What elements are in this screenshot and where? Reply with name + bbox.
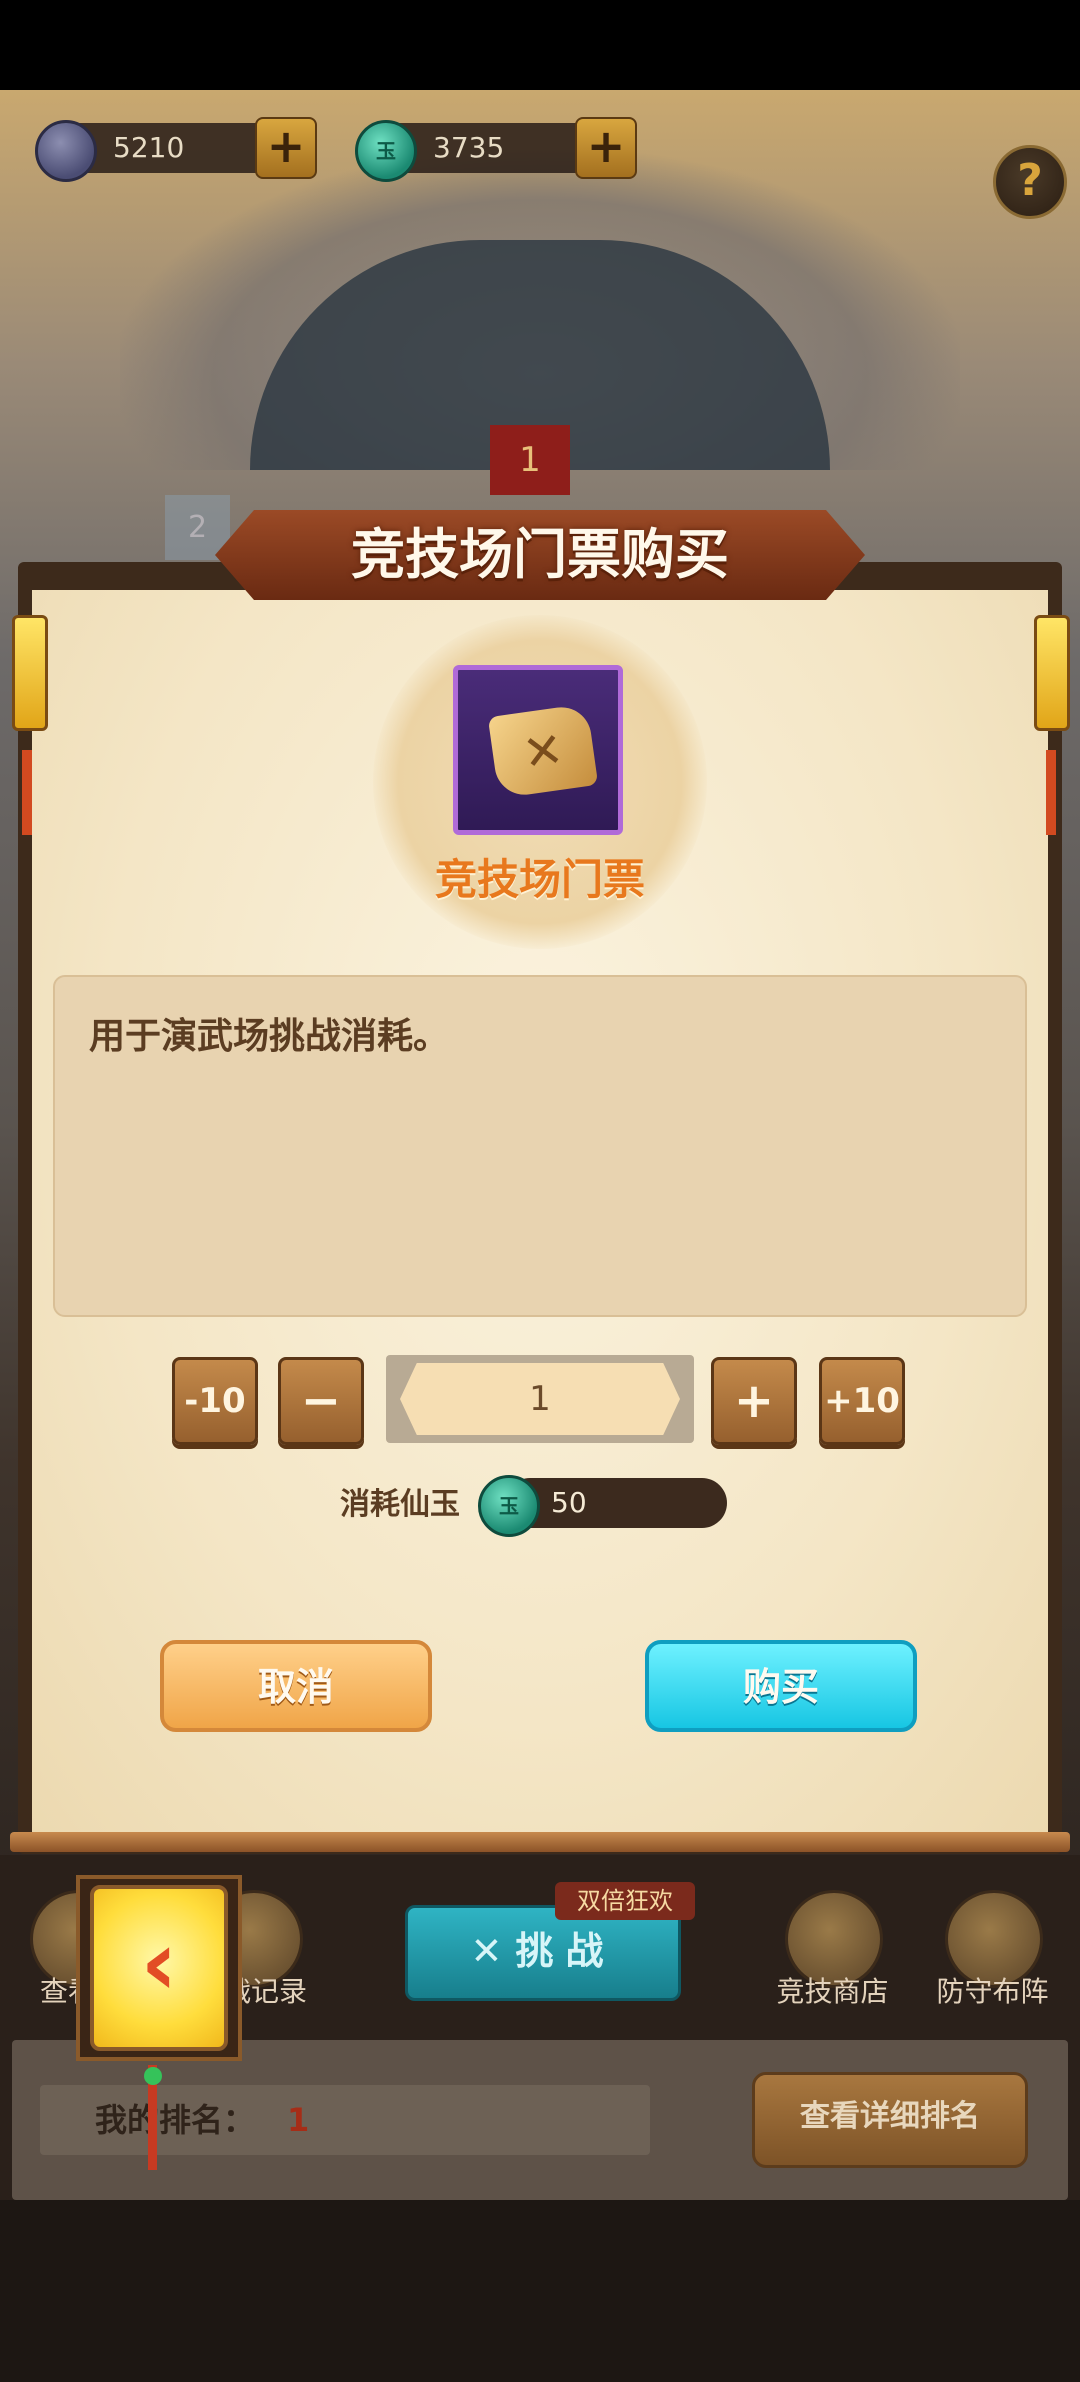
- scroll-right-tab: [1034, 615, 1070, 731]
- scroll-left-ribbon: [22, 750, 32, 835]
- map-scroll-shape: ✕: [487, 703, 599, 799]
- swords-icon: ✕: [470, 1929, 516, 1973]
- item-name: 竞技场门票: [434, 855, 645, 904]
- description-box: 用于演武场挑战消耗。: [53, 975, 1027, 1317]
- nav-arena-shop[interactable]: 竞技商店: [770, 1970, 895, 2010]
- help-icon[interactable]: ?: [993, 145, 1067, 219]
- jade-count: 3735: [433, 131, 505, 164]
- bottom-decoration: [0, 2200, 1080, 2382]
- map-ticket-icon: ✕: [453, 665, 623, 835]
- my-rank-value: 1: [287, 2101, 310, 2139]
- gem-icon: [35, 120, 97, 182]
- minus-button[interactable]: −: [278, 1357, 364, 1445]
- back-arrow-icon[interactable]: ‹: [90, 1885, 228, 2051]
- add-jade-button[interactable]: +: [575, 117, 637, 179]
- gem-count: 5210: [113, 131, 185, 164]
- challenge-label: 挑战: [515, 1929, 616, 1973]
- plus-button[interactable]: +: [711, 1357, 797, 1445]
- cancel-button[interactable]: 取消: [160, 1640, 432, 1732]
- minus-10-button[interactable]: -10: [172, 1357, 258, 1445]
- modal-title: 竞技场门票购买: [351, 523, 729, 586]
- scroll-rod: [10, 1832, 1070, 1852]
- scroll-right-ribbon: [1046, 750, 1056, 835]
- scroll-left-tab: [12, 615, 48, 731]
- nav-defense-formation[interactable]: 防守布阵: [930, 1970, 1055, 2010]
- cost-value: 50: [551, 1486, 587, 1519]
- jade-icon: 玉: [355, 120, 417, 182]
- cost-label: 消耗仙玉: [340, 1487, 460, 1522]
- rank-banner-1: 1: [490, 425, 570, 495]
- plus-10-button[interactable]: +10: [819, 1357, 905, 1445]
- add-gems-button[interactable]: +: [255, 117, 317, 179]
- lantern-knob: [144, 2067, 162, 2085]
- quantity-field[interactable]: 1: [400, 1363, 680, 1435]
- buy-button[interactable]: 购买: [645, 1640, 917, 1732]
- view-detailed-rank-button[interactable]: 查看详细排名: [752, 2072, 1028, 2168]
- crossed-swords-icon: ✕: [519, 721, 567, 783]
- status-bar: [0, 0, 1080, 90]
- my-rank-label: 我的排名：: [95, 2101, 256, 2139]
- jade-icon: 玉: [478, 1475, 540, 1537]
- double-event-badge: 双倍狂欢: [555, 1882, 695, 1920]
- item-description: 用于演武场挑战消耗。: [89, 1016, 450, 1057]
